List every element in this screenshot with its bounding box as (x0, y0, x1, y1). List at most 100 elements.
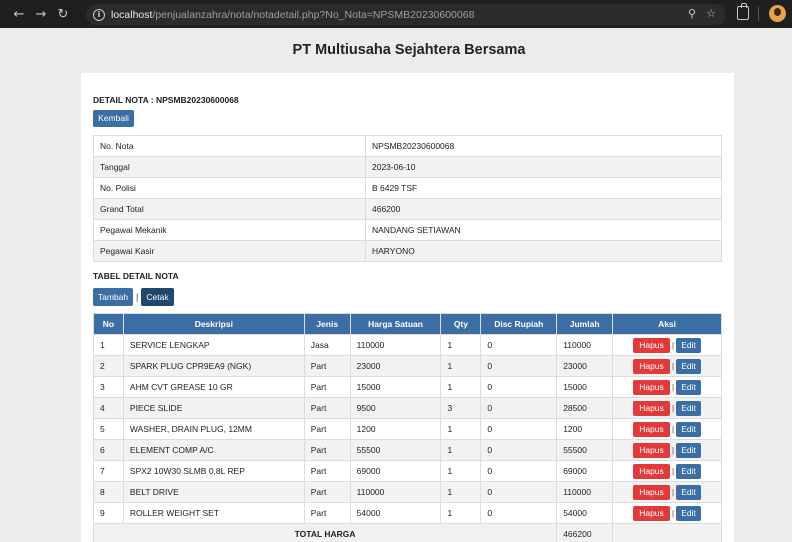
row-deskripsi: SPX2 10W30 SLMB 0,8L REP (122, 460, 305, 482)
hapus-button[interactable]: Hapus (633, 379, 671, 395)
row-qty: 1 (440, 481, 482, 503)
row-number: 4 (93, 397, 124, 419)
info-row: Pegawai Mekanik NANDANG SETIAWAN (93, 219, 722, 241)
table-row: 7 SPX2 10W30 SLMB 0,8L REP Part 69000 1 0 6900… (93, 460, 722, 482)
table-header-row: No Deskripsi Jenis Harga Satuan Qty Disc Rupi… (93, 313, 722, 335)
column-header: Qty (440, 313, 482, 335)
info-label: No. Polisi (93, 177, 366, 199)
row-aksi: Hapus | Edit (612, 376, 722, 398)
browser-toolbar: ← → ↻ i localhost/penjualanzahra/nota/no… (0, 0, 792, 28)
scrollbar-track[interactable] (780, 28, 792, 542)
hapus-button[interactable]: Hapus (633, 442, 671, 458)
forward-arrow-icon[interactable]: → (30, 7, 52, 22)
table-row: 8 BELT DRIVE Part 110000 1 0 110000 Hapus | Edit (93, 481, 722, 503)
row-deskripsi: SPARK PLUG CPR9EA9 (NGK) (122, 355, 305, 377)
row-deskripsi: ELEMENT COMP A/C (122, 439, 305, 461)
row-qty: 1 (440, 376, 482, 398)
column-header: Aksi (612, 313, 722, 335)
row-aksi: Hapus | Edit (612, 439, 722, 461)
total-value: 466200 (556, 523, 614, 542)
info-value: NANDANG SETIAWAN (365, 219, 722, 241)
info-icon[interactable]: i (93, 8, 105, 21)
row-harga: 1200 (349, 418, 442, 440)
column-header: Deskripsi (122, 313, 305, 335)
row-disc: 0 (480, 418, 558, 440)
hapus-button[interactable]: Hapus (633, 337, 671, 353)
row-jenis: Part (303, 418, 351, 440)
row-qty: 1 (440, 334, 482, 356)
row-aksi: Hapus | Edit (612, 334, 722, 356)
nota-info-table: No. Nota NPSMB20230600068 Tanggal 2023-06-1… (93, 135, 722, 262)
address-bar[interactable]: i localhost/penjualanzahra/nota/notadeta… (86, 4, 726, 25)
kembali-button[interactable]: Kembali (93, 110, 134, 127)
extensions-icon[interactable] (737, 3, 749, 20)
zoom-icon[interactable]: ⚲ (688, 7, 696, 20)
info-value: 466200 (365, 198, 722, 220)
column-header: Jumlah (556, 313, 614, 335)
row-jenis: Part (303, 397, 351, 419)
profile-avatar[interactable] (769, 5, 786, 22)
edit-button[interactable]: Edit (676, 421, 702, 437)
edit-button[interactable]: Edit (676, 379, 702, 395)
edit-button[interactable]: Edit (676, 337, 702, 353)
tabel-heading: TABEL DETAIL NOTA (93, 271, 179, 281)
hapus-button[interactable]: Hapus (633, 505, 671, 521)
row-aksi: Hapus | Edit (612, 460, 722, 482)
hapus-button[interactable]: Hapus (633, 463, 671, 479)
button-separator: | (672, 487, 675, 497)
button-separator: | (672, 361, 675, 371)
star-icon[interactable]: ☆ (706, 7, 716, 20)
button-separator: | (672, 340, 675, 350)
row-jumlah: 55500 (556, 439, 614, 461)
row-disc: 0 (480, 502, 558, 524)
hapus-button[interactable]: Hapus (633, 484, 671, 500)
row-qty: 1 (440, 355, 482, 377)
row-jumlah: 28500 (556, 397, 614, 419)
row-number: 2 (93, 355, 124, 377)
row-jumlah: 23000 (556, 355, 614, 377)
hapus-button[interactable]: Hapus (633, 421, 671, 437)
cetak-button[interactable]: Cetak (141, 288, 174, 306)
row-number: 3 (93, 376, 124, 398)
row-qty: 1 (440, 439, 482, 461)
row-number: 5 (93, 418, 124, 440)
total-label: TOTAL HARGA (92, 523, 558, 542)
row-aksi: Hapus | Edit (612, 481, 722, 503)
row-harga: 69000 (349, 460, 442, 482)
row-disc: 0 (480, 481, 558, 503)
row-number: 1 (93, 334, 124, 356)
button-separator: | (672, 424, 675, 434)
row-deskripsi: AHM CVT GREASE 10 GR (122, 376, 305, 398)
edit-button[interactable]: Edit (676, 484, 702, 500)
edit-button[interactable]: Edit (676, 358, 702, 374)
detail-heading: DETAIL NOTA : NPSMB20230600068 (93, 95, 239, 105)
reload-icon[interactable]: ↻ (52, 7, 74, 22)
row-jenis: Part (303, 376, 351, 398)
edit-button[interactable]: Edit (676, 463, 702, 479)
row-disc: 0 (480, 439, 558, 461)
row-deskripsi: WASHER, DRAIN PLUG, 12MM (122, 418, 305, 440)
url-text[interactable]: localhost/penjualanzahra/nota/notadetail… (111, 9, 474, 21)
info-label: Pegawai Mekanik (93, 219, 366, 241)
edit-button[interactable]: Edit (676, 442, 702, 458)
hapus-button[interactable]: Hapus (633, 400, 671, 416)
row-jenis: Part (303, 502, 351, 524)
row-number: 9 (93, 502, 124, 524)
row-disc: 0 (480, 397, 558, 419)
back-arrow-icon[interactable]: ← (8, 7, 30, 22)
row-jumlah: 15000 (556, 376, 614, 398)
edit-button[interactable]: Edit (676, 505, 702, 521)
button-separator: | (136, 292, 139, 302)
edit-button[interactable]: Edit (676, 400, 702, 416)
row-aksi: Hapus | Edit (612, 502, 722, 524)
tambah-button[interactable]: Tambah (93, 288, 133, 306)
row-aksi: Hapus | Edit (612, 418, 722, 440)
row-jumlah: 54000 (556, 502, 614, 524)
row-harga: 9500 (349, 397, 442, 419)
button-separator: | (672, 508, 675, 518)
hapus-button[interactable]: Hapus (633, 358, 671, 374)
row-harga: 110000 (349, 481, 442, 503)
row-disc: 0 (480, 355, 558, 377)
column-header: Disc Rupiah (480, 313, 558, 335)
row-qty: 1 (440, 418, 482, 440)
